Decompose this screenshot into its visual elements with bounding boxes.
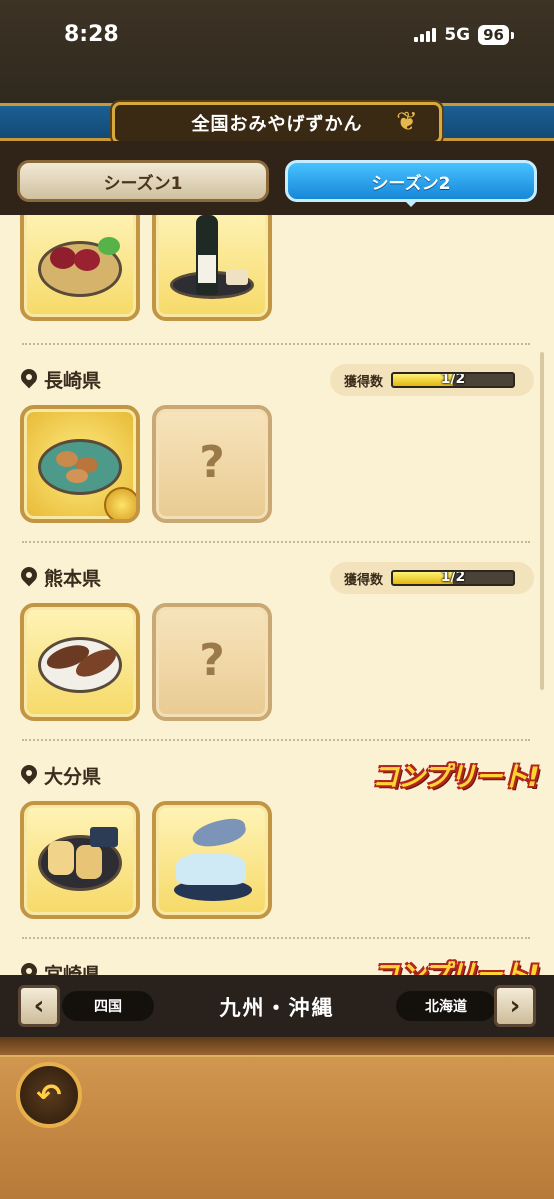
dolphin-icon <box>190 815 248 851</box>
prev-region-label[interactable]: 四国 <box>62 991 154 1021</box>
prefecture-header-oita: 大分県 <box>20 762 101 789</box>
souvenir-card-unknown[interactable]: ? <box>152 603 272 721</box>
food-icon <box>56 451 78 467</box>
status-bar: 8:28 5G 96 <box>0 0 554 110</box>
food-icon <box>76 845 102 879</box>
network-label: 5G <box>444 25 471 45</box>
prefecture-header-kumamoto: 熊本県 <box>20 564 101 591</box>
location-pin-icon <box>20 369 38 391</box>
question-mark-icon: ? <box>199 635 225 686</box>
souvenir-card-roll-cake[interactable] <box>20 801 140 919</box>
sea-urchin-icon <box>50 247 76 269</box>
prefecture-name: 長崎県 <box>44 370 102 392</box>
next-region-label[interactable]: 北海道 <box>396 991 496 1021</box>
battery-icon: 96 <box>478 25 509 45</box>
location-pin-icon <box>20 765 38 787</box>
souvenir-card-sake[interactable] <box>152 215 272 321</box>
wave-icon <box>176 853 246 885</box>
count-label: 獲得数 <box>344 572 384 588</box>
battery-tip <box>511 31 514 39</box>
prefecture-name: 熊本県 <box>44 568 102 590</box>
food-icon <box>48 841 74 875</box>
status-time: 8:28 <box>64 22 119 47</box>
souvenir-list[interactable]: 長崎県 獲得数 1/2 ? 熊本県 獲得数 1/2 ? 大分県 コンプリート! … <box>0 215 554 975</box>
question-mark-icon: ? <box>199 437 225 488</box>
progress-bar: 1/2 <box>391 372 516 388</box>
medal-icon <box>104 487 136 519</box>
count-text: 1/2 <box>440 372 466 387</box>
count-text: 1/2 <box>440 570 466 585</box>
chevron-left-icon: ‹ <box>33 991 45 1021</box>
location-pin-icon <box>20 567 38 589</box>
bottle-label-icon <box>198 255 216 283</box>
bottom-area <box>0 1037 554 1199</box>
scrollbar[interactable] <box>540 352 544 690</box>
progress-bar: 1/2 <box>391 570 516 586</box>
souvenir-card-kakuni[interactable] <box>20 405 140 523</box>
back-button[interactable]: ↶ <box>16 1062 82 1128</box>
divider <box>22 541 530 543</box>
prev-region-button[interactable]: ‹ <box>18 985 60 1027</box>
divider <box>22 343 530 345</box>
souvenir-card-sea-urchin[interactable] <box>20 215 140 321</box>
complete-badge: コンプリート! <box>372 762 540 793</box>
page-title: 全国おみやげずかん <box>112 102 442 144</box>
location-pin-icon <box>20 963 38 976</box>
souvenir-card-dolphin[interactable] <box>152 801 272 919</box>
current-region: 九州・沖縄 <box>219 996 335 1020</box>
chevron-right-icon: › <box>509 991 521 1021</box>
collected-count: 獲得数 1/2 <box>330 364 534 396</box>
bottom-trim <box>0 1037 554 1057</box>
sea-urchin-icon <box>74 249 100 271</box>
box-icon <box>226 269 248 285</box>
divider <box>22 739 530 741</box>
divider <box>22 937 530 939</box>
tab-season-2[interactable]: シーズン2 <box>285 160 537 207</box>
package-icon <box>90 827 118 847</box>
souvenir-card-unknown[interactable]: ? <box>152 405 272 523</box>
status-indicators: 5G 96 <box>414 25 514 45</box>
souvenir-card-karukan[interactable] <box>20 603 140 721</box>
count-label: 獲得数 <box>344 374 384 390</box>
signal-icon <box>414 28 437 42</box>
prefecture-header-miyazaki: 宮崎県 <box>20 960 101 975</box>
complete-badge: コンプリート! <box>372 953 540 975</box>
ornament-right-icon: ❦ <box>396 107 418 137</box>
undo-arrow-icon: ↶ <box>36 1077 62 1113</box>
tab-season-1[interactable]: シーズン1 <box>17 160 269 202</box>
food-icon <box>66 469 88 483</box>
prefecture-name: 宮崎県 <box>44 964 102 975</box>
collected-count: 獲得数 1/2 <box>330 562 534 594</box>
next-region-button[interactable]: › <box>494 985 536 1027</box>
prefecture-header-nagasaki: 長崎県 <box>20 366 101 393</box>
leaf-icon <box>98 237 120 255</box>
prefecture-name: 大分県 <box>44 766 102 788</box>
